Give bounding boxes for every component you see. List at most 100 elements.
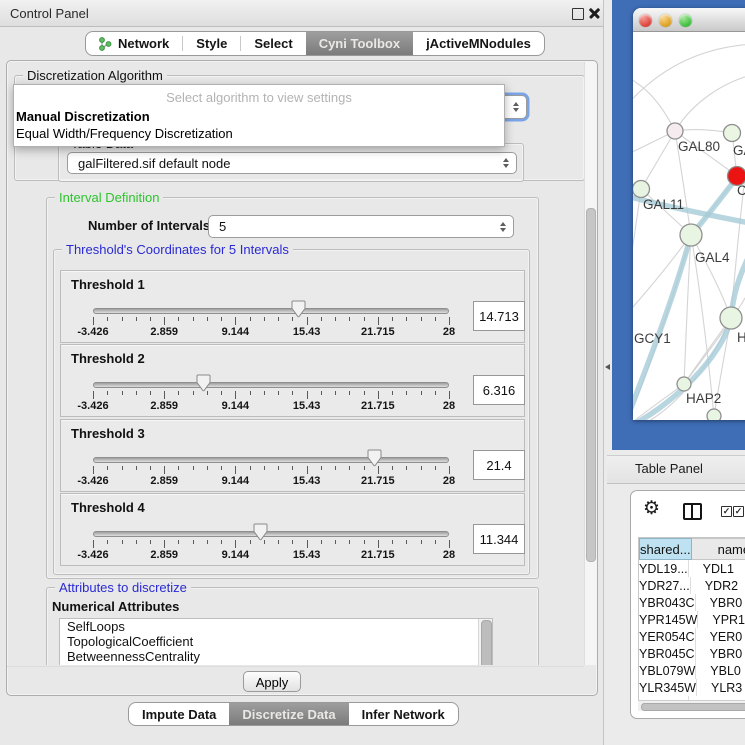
table-row[interactable]: YDR27...YDR2	[639, 577, 745, 594]
cell-name[interactable]: YBR0	[696, 594, 745, 611]
list-item[interactable]: SelfLoops	[60, 619, 492, 634]
tick-mark	[150, 540, 151, 544]
algorithm-option-equal-width[interactable]: Equal Width/Frequency Discretization	[14, 125, 504, 142]
gear-icon[interactable]: ⚙	[643, 499, 660, 519]
threshold-slider-track[interactable]	[93, 457, 449, 463]
network-canvas[interactable]: GAL80GACGAL11GAL4GCY1HHAP2	[633, 32, 745, 420]
network-node[interactable]	[707, 409, 721, 420]
threshold-panel: Threshold 2 -3.4262.8599.14415.4321.7152…	[60, 344, 525, 417]
cell-name[interactable]: YER0	[696, 628, 745, 645]
threshold-slider-track[interactable]	[93, 531, 449, 537]
column-header-name[interactable]: name	[692, 538, 745, 560]
cell-name[interactable]: YPR1	[698, 611, 745, 628]
table-data-select[interactable]: galFiltered.sif default node	[67, 152, 517, 174]
network-edge[interactable]	[675, 74, 745, 131]
network-edge[interactable]	[633, 76, 675, 131]
network-node[interactable]	[680, 224, 702, 246]
checkbox-icon[interactable]: ✓	[721, 506, 732, 517]
tab-network[interactable]: Network	[86, 32, 182, 55]
column-header-shared[interactable]: shared...	[639, 538, 692, 560]
table-row[interactable]: YPR145WYPR1	[639, 611, 745, 628]
table-horizontal-scrollbar[interactable]	[638, 700, 745, 711]
table-row[interactable]: YLR345WYLR3	[639, 679, 745, 696]
tick-mark	[122, 317, 123, 321]
cell-shared-name[interactable]: YDL19...	[639, 560, 689, 577]
cell-shared-name[interactable]: YPR145W	[639, 611, 698, 628]
network-window-titlebar[interactable]	[633, 8, 745, 32]
cell-shared-name[interactable]: YDR27...	[639, 577, 691, 594]
threshold-value-field[interactable]: 11.344	[473, 524, 525, 554]
apply-button[interactable]: Apply	[243, 671, 301, 692]
threshold-slider-track[interactable]	[93, 382, 449, 388]
list-scrollbar-thumb[interactable]	[481, 620, 492, 665]
tick-mark	[250, 466, 251, 470]
minimize-traffic-light-icon[interactable]	[659, 14, 672, 27]
network-node[interactable]	[724, 125, 741, 142]
tab-cyni-toolbox[interactable]: Cyni Toolbox	[306, 32, 413, 55]
node-label: GCY1	[634, 331, 671, 346]
threshold-slider-track[interactable]	[93, 308, 449, 314]
threshold-value-field[interactable]: 21.4	[473, 450, 525, 480]
network-node[interactable]	[667, 123, 683, 139]
cell-name[interactable]: YDL1	[689, 560, 745, 577]
threshold-slider-thumb[interactable]	[291, 300, 306, 318]
tick-label: 15.43	[293, 475, 321, 487]
table-horizontal-scrollbar-thumb[interactable]	[641, 703, 745, 712]
tick-mark	[107, 540, 108, 544]
tick-mark	[264, 466, 265, 470]
table-row[interactable]: YBL079WYBL0	[639, 662, 745, 679]
algorithm-hint-item[interactable]: Select algorithm to view settings	[14, 88, 504, 108]
network-edge[interactable]	[633, 44, 745, 112]
tab-discretize-data[interactable]: Discretize Data	[229, 703, 348, 725]
float-window-icon[interactable]	[572, 8, 584, 20]
panel-scrollbar-thumb[interactable]	[586, 208, 596, 562]
cell-name[interactable]: YLR3	[697, 679, 745, 696]
algorithm-option-manual[interactable]: Manual Discretization	[14, 108, 504, 125]
table-row[interactable]: YBR045CYBR0	[639, 645, 745, 662]
network-graph[interactable]: GAL80GACGAL11GAL4GCY1HHAP2	[633, 32, 745, 420]
cell-shared-name[interactable]: YBR043C	[639, 594, 696, 611]
cell-shared-name[interactable]: YBL079W	[639, 662, 696, 679]
table-row[interactable]: YDL19...YDL1	[639, 560, 745, 577]
threshold-slider-thumb[interactable]	[196, 374, 211, 392]
cell-shared-name[interactable]: YER054C	[639, 628, 696, 645]
threshold-slider-thumb[interactable]	[367, 449, 382, 467]
tick-mark	[164, 466, 165, 474]
cell-shared-name[interactable]: YBR045C	[639, 645, 696, 662]
tick-label: 21.715	[361, 549, 395, 561]
number-of-intervals-select[interactable]: 5	[208, 215, 514, 238]
cell-name[interactable]: YDR2	[691, 577, 745, 594]
cell-name[interactable]: YBR0	[696, 645, 745, 662]
cell-shared-name[interactable]: YLR345W	[639, 679, 697, 696]
table-panel-header[interactable]: Table Panel	[607, 455, 745, 484]
tick-label: 2.859	[150, 549, 178, 561]
threshold-value-field[interactable]: 6.316	[473, 375, 525, 405]
tab-style[interactable]: Style	[183, 32, 240, 55]
tick-mark	[392, 391, 393, 395]
tab-impute-data[interactable]: Impute Data	[129, 703, 229, 725]
tab-select[interactable]: Select	[241, 32, 305, 55]
network-node[interactable]	[677, 377, 691, 391]
cell-name[interactable]: YBL0	[696, 662, 745, 679]
table-row[interactable]: YBR043CYBR0	[639, 594, 745, 611]
network-edge[interactable]	[633, 189, 641, 310]
zoom-traffic-light-icon[interactable]	[679, 14, 692, 27]
tab-jactivemnodules[interactable]: jActiveMNodules	[413, 32, 544, 55]
tick-mark	[93, 540, 94, 548]
list-scrollbar[interactable]	[478, 619, 492, 665]
columns-icon[interactable]	[683, 503, 702, 520]
tick-mark	[235, 540, 236, 548]
network-node[interactable]	[633, 181, 650, 198]
list-item[interactable]: TopologicalCoefficient	[60, 634, 492, 649]
tab-infer-network[interactable]: Infer Network	[349, 703, 458, 725]
list-item[interactable]: BetweennessCentrality	[60, 649, 492, 664]
network-node[interactable]	[720, 307, 742, 329]
close-icon[interactable]	[588, 7, 601, 20]
close-traffic-light-icon[interactable]	[639, 14, 652, 27]
network-edge[interactable]	[633, 235, 691, 318]
checkbox-icon[interactable]: ✓	[733, 506, 744, 517]
table-row[interactable]: YER054CYER0	[639, 628, 745, 645]
threshold-value-field[interactable]: 14.713	[473, 301, 525, 331]
threshold-slider-thumb[interactable]	[253, 523, 268, 541]
panel-scrollbar[interactable]	[584, 62, 596, 665]
